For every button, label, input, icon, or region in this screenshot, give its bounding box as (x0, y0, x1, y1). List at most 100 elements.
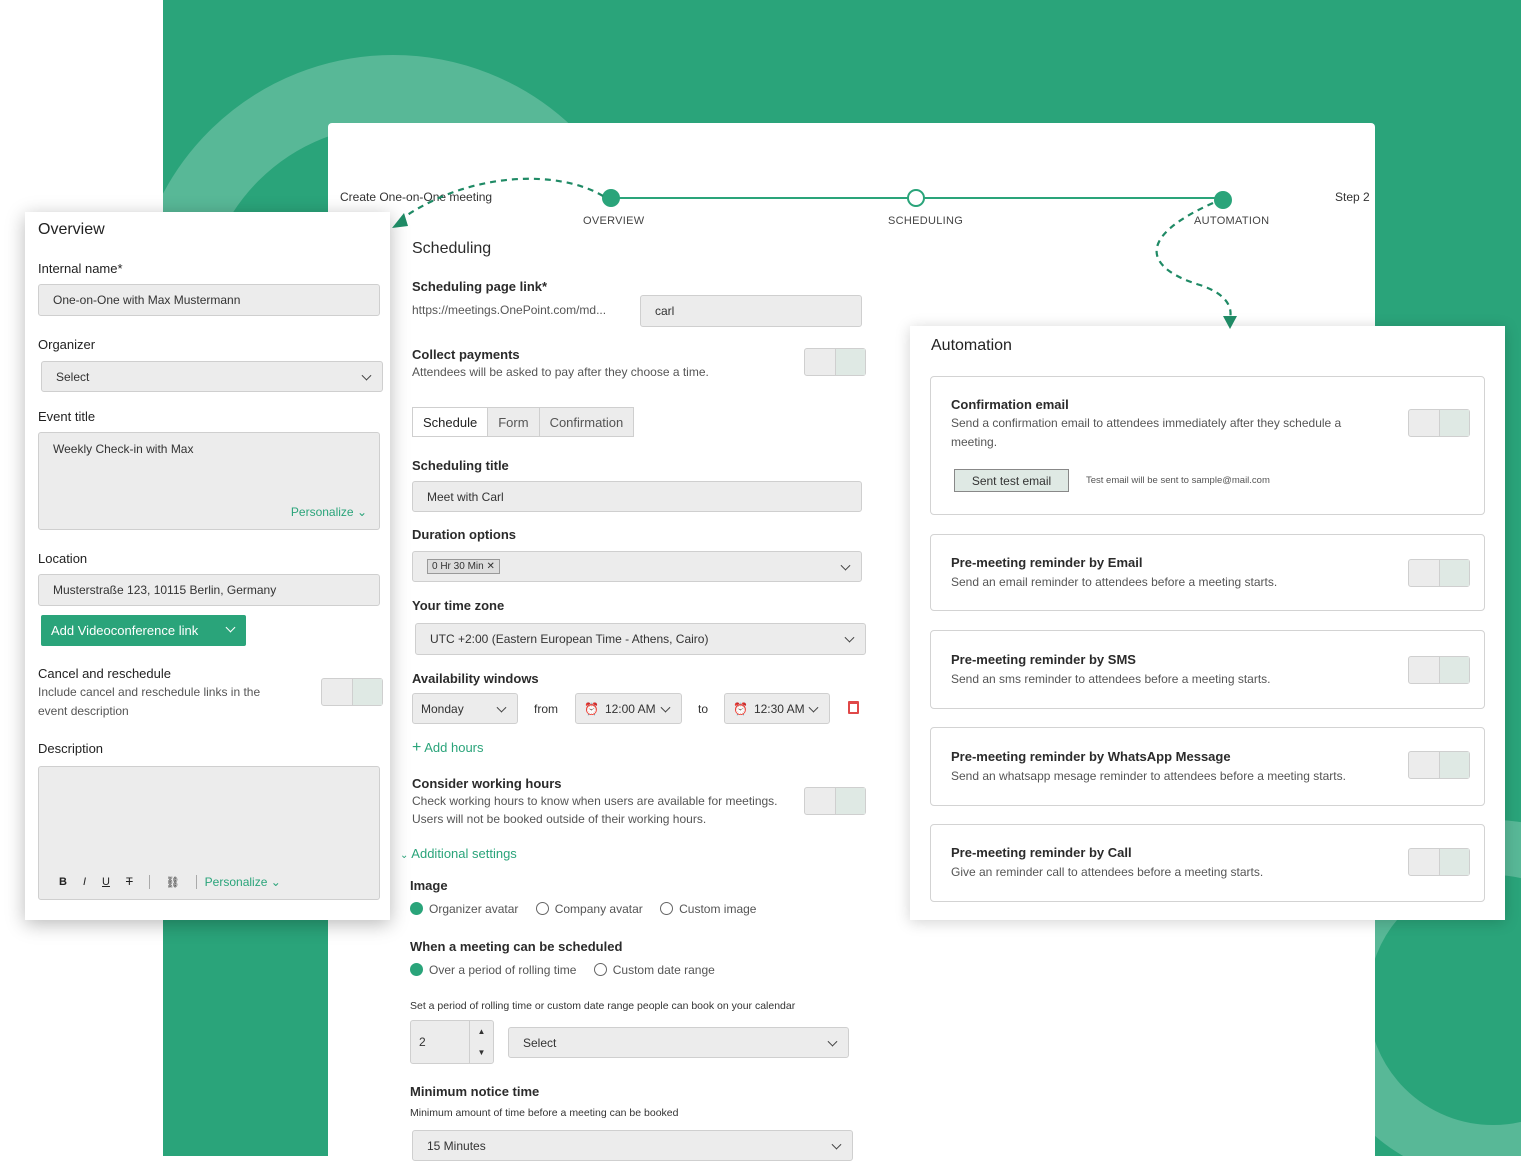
organizer-label: Organizer (38, 337, 96, 352)
image-options: Organizer avatar Company avatar Custom i… (410, 902, 756, 916)
radio-custom-date-range[interactable]: Custom date range (593, 963, 715, 977)
event-title-value: Weekly Check-in with Max (53, 442, 194, 456)
add-hours-link[interactable]: + Add hours (412, 739, 484, 757)
alarm-clock-icon: ⏰ (584, 701, 599, 716)
tab-bar: Schedule Form Confirmation (412, 407, 635, 437)
event-title-label: Event title (38, 409, 96, 424)
italic-button[interactable]: I (83, 876, 86, 888)
scheduling-title-input[interactable]: Meet with Carl (412, 481, 862, 512)
step-overview-dot[interactable] (602, 189, 620, 207)
step-scheduling-dot[interactable] (907, 189, 925, 207)
tab-form[interactable]: Form (487, 408, 539, 436)
day-value: Monday (421, 701, 464, 716)
page-link-label: Scheduling page link* (412, 279, 548, 294)
send-test-email-button[interactable]: Sent test email (954, 469, 1069, 492)
chevron-down-icon[interactable]: ▼ (478, 1048, 486, 1057)
page-link-input[interactable]: carl (640, 295, 862, 327)
page-title: Scheduling (412, 240, 492, 257)
reminder-title: Pre-meeting reminder by Call (951, 845, 1132, 860)
collect-payments-title: Collect payments (412, 347, 520, 362)
radio-custom-image[interactable]: Custom image (660, 902, 756, 916)
rolling-number-value: 2 (419, 1035, 426, 1049)
strikethrough-button[interactable]: T (126, 876, 133, 888)
image-label: Image (410, 878, 448, 893)
to-time-select[interactable]: ⏰ 12:30 AM (724, 693, 830, 724)
bold-button[interactable]: B (59, 876, 67, 888)
page-link-prefix: https://meetings.OnePoint.com/md... (412, 303, 607, 317)
chevron-down-icon (361, 370, 372, 381)
personalize-dropdown[interactable]: Personalize ⌄ (291, 505, 367, 519)
step-counter: Step 2 (1335, 190, 1370, 204)
chevron-down-icon (808, 702, 819, 713)
step-overview-label[interactable]: OVERVIEW (583, 215, 645, 227)
step-scheduling-label[interactable]: SCHEDULING (888, 215, 963, 227)
duration-select[interactable]: 0 Hr 30 Min ✕ (412, 551, 862, 582)
whatsapp-reminder-toggle[interactable] (1408, 751, 1470, 779)
stepper-arrows[interactable]: ▲ ▼ (469, 1021, 493, 1063)
tab-confirmation[interactable]: Confirmation (538, 408, 634, 436)
reminder-desc: Give an reminder call to attendees befor… (951, 865, 1264, 879)
tab-schedule[interactable]: Schedule (413, 408, 488, 436)
chevron-down-icon (831, 1139, 842, 1150)
chevron-down-icon: ⌄ (356, 505, 367, 519)
radio-company-avatar[interactable]: Company avatar (535, 902, 643, 916)
automation-panel: Automation Confirmation email Send a con… (910, 326, 1505, 920)
confirmation-email-toggle[interactable] (1408, 409, 1470, 437)
from-time-value: 12:00 AM (604, 701, 656, 716)
chevron-down-icon (225, 622, 236, 633)
personalize-dropdown[interactable]: Personalize ⌄ (205, 875, 281, 889)
collect-payments-desc: Attendees will be asked to pay after the… (412, 365, 709, 379)
underline-button[interactable]: U (102, 876, 110, 888)
collect-payments-toggle[interactable] (804, 348, 866, 376)
day-select[interactable]: Monday (412, 693, 518, 724)
working-hours-desc1: Check working hours to know when users a… (412, 794, 778, 808)
timezone-select[interactable]: UTC +2:00 (Eastern European Time - Athen… (415, 623, 866, 655)
remove-chip-icon[interactable]: ✕ (486, 561, 494, 572)
trash-icon[interactable] (848, 701, 859, 714)
add-videoconference-label: Add Videoconference link (51, 623, 199, 638)
description-editor[interactable]: B I U T ⛓ Personalize ⌄ (38, 766, 380, 900)
chevron-down-icon (844, 632, 855, 643)
min-notice-label: Minimum notice time (410, 1084, 540, 1099)
chevron-down-icon (840, 560, 851, 571)
additional-settings-toggle[interactable]: ⌄ Additional settings (400, 846, 517, 861)
when-label: When a meeting can be scheduled (410, 939, 623, 954)
min-notice-select[interactable]: 15 Minutes (412, 1130, 853, 1161)
plus-icon: + (412, 739, 422, 756)
email-reminder-toggle[interactable] (1408, 559, 1470, 587)
rolling-number-stepper[interactable]: 2 ▲ ▼ (410, 1020, 494, 1064)
call-reminder-card: Pre-meeting reminder by Call Give an rem… (930, 824, 1485, 902)
chevron-down-icon (827, 1036, 838, 1047)
radio-rolling-time[interactable]: Over a period of rolling time (410, 963, 576, 977)
availability-label: Availability windows (412, 671, 539, 686)
step-automation-dot[interactable] (1214, 191, 1232, 209)
working-hours-desc2: Users will not be booked outside of thei… (412, 812, 707, 826)
overview-panel: Overview Internal name* One-on-One with … (25, 212, 390, 920)
overview-title: Overview (38, 221, 105, 238)
breadcrumb: Create One-on-One meeting (340, 190, 493, 204)
test-email-hint: Test email will be sent to sample@mail.c… (1086, 475, 1270, 486)
chevron-down-icon (660, 702, 671, 713)
internal-name-input[interactable]: One-on-One with Max Mustermann (38, 284, 380, 316)
event-title-textarea[interactable]: Weekly Check-in with Max Personalize ⌄ (38, 432, 380, 530)
from-label: from (534, 702, 558, 716)
email-reminder-card: Pre-meeting reminder by Email Send an em… (930, 534, 1485, 611)
working-hours-title: Consider working hours (412, 776, 562, 791)
scheduling-title-label: Scheduling title (412, 458, 509, 473)
rolling-unit-select[interactable]: Select (508, 1027, 849, 1058)
working-hours-toggle[interactable] (804, 787, 866, 815)
duration-chip[interactable]: 0 Hr 30 Min ✕ (427, 559, 500, 574)
reminder-title: Pre-meeting reminder by WhatsApp Message (951, 749, 1231, 764)
radio-organizer-avatar[interactable]: Organizer avatar (410, 902, 518, 916)
from-time-select[interactable]: ⏰ 12:00 AM (575, 693, 682, 724)
cancel-reschedule-toggle[interactable] (321, 678, 383, 706)
call-reminder-toggle[interactable] (1408, 848, 1470, 876)
organizer-select[interactable]: Select (41, 361, 383, 392)
add-videoconference-button[interactable]: Add Videoconference link (41, 615, 246, 646)
chevron-up-icon[interactable]: ▲ (478, 1027, 486, 1036)
toolbar-divider (148, 875, 150, 889)
location-input[interactable]: Musterstraße 123, 10115 Berlin, Germany (38, 574, 380, 606)
step-automation-label[interactable]: AUTOMATION (1194, 215, 1269, 227)
link-icon[interactable]: ⛓ (166, 876, 180, 889)
sms-reminder-toggle[interactable] (1408, 656, 1470, 684)
